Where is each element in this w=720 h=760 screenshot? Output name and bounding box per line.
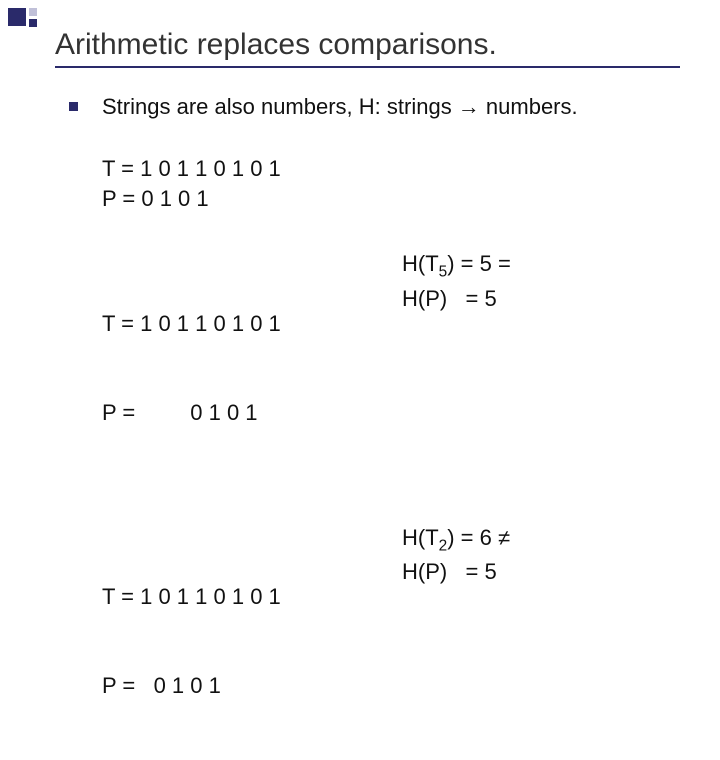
- hash-t5: H(T5) = 5 =: [402, 249, 511, 283]
- t-string-3: T = 1 0 1 1 0 1 0 1: [102, 582, 402, 612]
- title-rule: [55, 66, 680, 68]
- hash-p-2: H(P) = 5: [402, 284, 511, 314]
- example-3-left: T = 1 0 1 1 0 1 0 1 P = 0 1 0 1: [102, 523, 402, 760]
- example-block-1: T = 1 0 1 1 0 1 0 1 P = 0 1 0 1: [102, 154, 680, 213]
- p-string-1: P = 0 1 0 1: [102, 184, 680, 214]
- slide-body: Strings are also numbers, H: strings → n…: [55, 94, 680, 760]
- t-string-2: T = 1 0 1 1 0 1 0 1: [102, 309, 402, 339]
- bullet-row-1: Strings are also numbers, H: strings → n…: [69, 94, 680, 120]
- example-3-right: H(T2) = 6 ≠ H(P) = 5: [402, 523, 510, 587]
- slide-title: Arithmetic replaces comparisons.: [55, 28, 680, 62]
- p-string-3: P = 0 1 0 1: [102, 671, 402, 701]
- example-2-left: T = 1 0 1 1 0 1 0 1 P = 0 1 0 1: [102, 249, 402, 487]
- bullet-text-1: Strings are also numbers, H: strings → n…: [102, 94, 578, 120]
- slide: Arithmetic replaces comparisons. Strings…: [0, 0, 720, 760]
- example-block-2: T = 1 0 1 1 0 1 0 1 P = 0 1 0 1 H(T5) = …: [102, 249, 680, 487]
- p-string-2: P = 0 1 0 1: [102, 398, 402, 428]
- example-block-3: T = 1 0 1 1 0 1 0 1 P = 0 1 0 1 H(T2) = …: [102, 523, 680, 760]
- square-bullet-icon: [69, 102, 78, 111]
- corner-decoration: [8, 8, 37, 27]
- example-2-right: H(T5) = 5 = H(P) = 5: [402, 249, 511, 313]
- hash-p-3: H(P) = 5: [402, 557, 510, 587]
- t-string-1: T = 1 0 1 1 0 1 0 1: [102, 154, 680, 184]
